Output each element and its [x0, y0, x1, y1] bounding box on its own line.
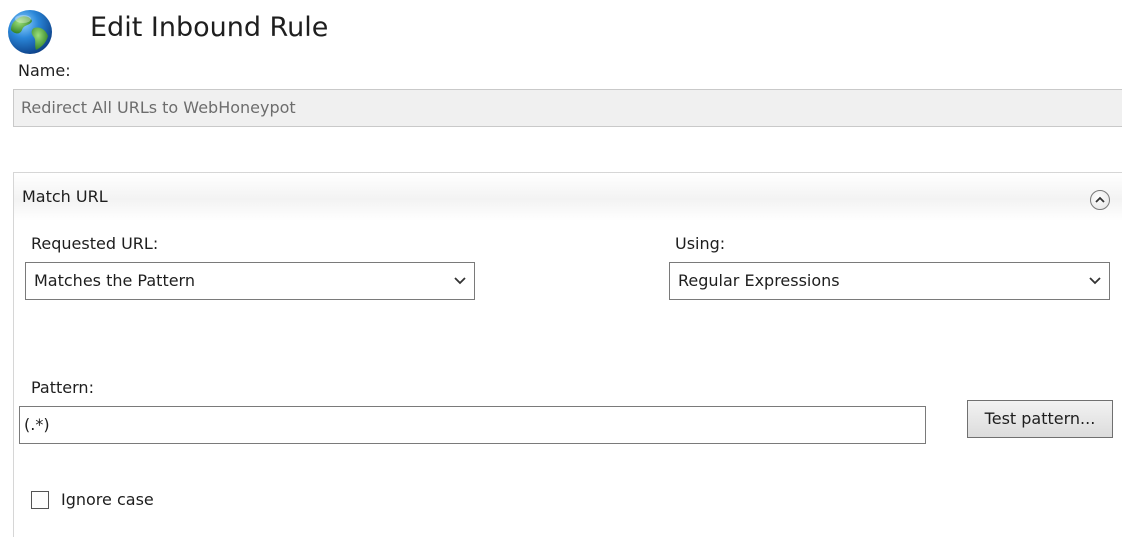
section-title: Match URL: [22, 187, 108, 206]
using-select[interactable]: Regular Expressions: [669, 262, 1110, 300]
dialog-header: Edit Inbound Rule: [0, 0, 1122, 62]
page-title: Edit Inbound Rule: [90, 12, 329, 43]
pattern-input[interactable]: (.*): [19, 406, 926, 444]
requested-url-select[interactable]: Matches the Pattern: [25, 262, 475, 300]
requested-url-value: Matches the Pattern: [34, 271, 195, 290]
requested-url-label: Requested URL:: [31, 234, 159, 253]
name-field[interactable]: Redirect All URLs to WebHoneypot: [13, 89, 1122, 127]
test-pattern-button[interactable]: Test pattern...: [967, 400, 1113, 438]
using-label: Using:: [675, 234, 726, 253]
ignore-case-label[interactable]: Ignore case: [61, 490, 154, 510]
using-value: Regular Expressions: [678, 271, 840, 290]
chevron-down-icon: [454, 277, 466, 285]
name-label: Name:: [18, 61, 71, 80]
pattern-label: Pattern:: [31, 378, 94, 397]
chevron-up-icon: [1095, 196, 1105, 203]
chevron-down-icon: [1089, 277, 1101, 285]
match-url-section: Match URL Requested URL: Matches the Pat…: [13, 172, 1122, 537]
match-url-header[interactable]: Match URL: [14, 173, 1122, 221]
collapse-button[interactable]: [1090, 190, 1110, 210]
globe-icon: [6, 8, 54, 56]
ignore-case-checkbox[interactable]: [31, 491, 49, 509]
